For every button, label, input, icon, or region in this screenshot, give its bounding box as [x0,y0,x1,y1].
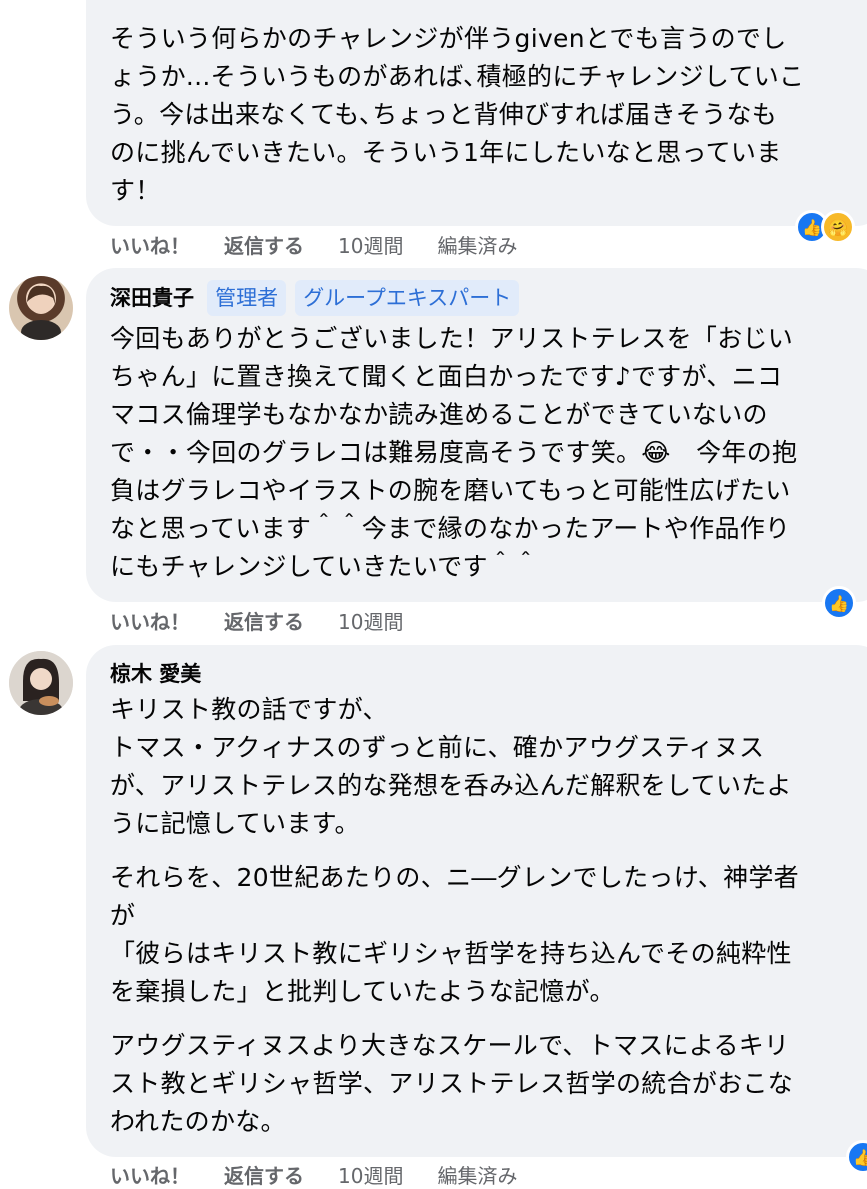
comment-paragraph: それらを、20世紀あたりの、ニ―グレンでしたっけ、神学者 が 「彼らはキリスト教… [110,863,799,1006]
reaction-summary[interactable]: 👍 🤗 [795,210,855,244]
comment-actions: いいね！ 返信する 10週間 編集済み [110,1160,551,1189]
comment-bubble: そういう何らかのチャレンジが伴うgivenとでも言うのでし ょうか...そういう… [86,0,867,226]
avatar[interactable] [9,276,73,340]
reaction-summary[interactable]: 👍 [822,586,856,620]
reply-button[interactable]: 返信する [224,1160,304,1189]
timestamp[interactable]: 10週間 [338,230,403,259]
comment-paragraph: アウグスティヌスより大きなスケールで、トマスによるキリ スト教とギリシャ哲学、ア… [110,1031,794,1136]
like-button[interactable]: いいね！ [110,606,190,635]
comment-bubble: 深田貴子 管理者 グループエキスパート 今回もありがとうございました！アリストテ… [86,268,867,602]
comment-actions: いいね！ 返信する 10週間 編集済み [110,230,551,259]
avatar-image [21,285,61,340]
care-reaction-icon: 🤗 [821,210,855,244]
avatar[interactable] [9,651,73,715]
timestamp[interactable]: 10週間 [338,1160,403,1189]
like-reaction-icon: 👍 [822,586,856,620]
reply-button[interactable]: 返信する [224,606,304,635]
badge-admin: 管理者 [207,280,287,316]
timestamp[interactable]: 10週間 [338,606,403,635]
reply-button[interactable]: 返信する [224,230,304,259]
reaction-summary[interactable]: 👍 [846,1140,867,1174]
badge-group-expert: グループエキスパート [295,280,520,316]
like-button[interactable]: いいね！ [110,230,190,259]
comment-text: そういう何らかのチャレンジが伴うgivenとでも言うのでし ょうか...そういう… [110,24,805,205]
comment-header: 椋木 愛美 [110,659,862,689]
like-button[interactable]: いいね！ [110,1160,190,1189]
comment-bubble: 椋木 愛美 キリスト教の話ですが、 トマス・アクィナスのずっと前に、確かアウグス… [86,645,867,1157]
comment-actions: いいね！ 返信する 10週間 [110,606,437,635]
avatar-image [9,651,73,715]
comment-header: 深田貴子 管理者 グループエキスパート [110,280,862,316]
author-name[interactable]: 深田貴子 [110,283,194,313]
edited-label[interactable]: 編集済み [437,1160,517,1189]
comment-paragraph: キリスト教の話ですが、 トマス・アクィナスのずっと前に、確かアウグスティヌス が… [110,695,792,838]
author-name[interactable]: 椋木 愛美 [110,659,201,689]
comment-text: 今回もありがとうございました！アリストテレスを「おじい ちゃん」に置き換えて聞く… [110,324,798,581]
edited-label[interactable]: 編集済み [437,230,517,259]
like-reaction-icon: 👍 [846,1140,867,1174]
